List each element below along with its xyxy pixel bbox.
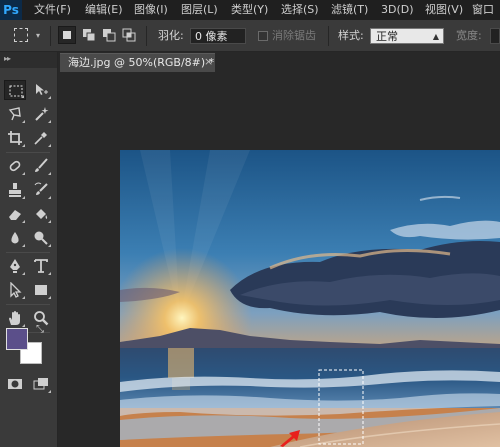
menu-3d[interactable]: 3D(D) <box>381 0 414 20</box>
antialias-checkbox[interactable] <box>258 31 268 41</box>
document-tab-title: 海边.jpg @ 50%(RGB/8#) * <box>68 56 215 69</box>
dodge-icon[interactable] <box>30 228 52 248</box>
pen-icon[interactable] <box>4 256 26 276</box>
path-selection-icon[interactable] <box>4 280 26 300</box>
antialias-label: 消除锯齿 <box>272 29 316 42</box>
marquee-preset-icon[interactable] <box>14 28 28 42</box>
eyedropper-icon[interactable] <box>30 128 52 148</box>
close-icon[interactable]: × <box>204 53 213 71</box>
magic-wand-icon[interactable] <box>30 104 52 124</box>
brush-icon[interactable] <box>30 156 52 176</box>
options-bar: ▾ 羽化: 0 像素 消除锯齿 样式: 正常 ▲ 宽度: <box>0 20 500 52</box>
hand-icon[interactable] <box>4 308 26 328</box>
toolbox-separator <box>6 304 50 305</box>
history-brush-icon[interactable] <box>30 180 52 200</box>
foreground-color-swatch[interactable] <box>6 328 28 350</box>
subtract-from-selection-icon[interactable] <box>102 28 116 42</box>
toolbox-separator <box>6 252 50 253</box>
paint-bucket-icon[interactable] <box>30 204 52 224</box>
type-icon[interactable] <box>30 256 52 276</box>
toolbox: ▸▸ ⤡ <box>0 52 58 447</box>
intersect-selection-icon[interactable] <box>122 28 136 42</box>
options-separator <box>146 26 147 46</box>
screen-mode-icon[interactable] <box>30 374 52 394</box>
photoshop-logo: Ps <box>0 0 22 20</box>
blur-icon[interactable] <box>4 228 26 248</box>
menu-view[interactable]: 视图(V) <box>425 0 463 20</box>
new-selection-icon[interactable] <box>58 26 76 44</box>
swap-colors-icon[interactable]: ⤡ <box>36 324 44 335</box>
menu-file[interactable]: 文件(F) <box>34 0 71 20</box>
image-canvas[interactable] <box>120 150 500 447</box>
beach-sunset-photo <box>120 150 500 447</box>
collapse-panel-icon[interactable]: ▸▸ <box>4 54 11 63</box>
preset-dropdown-arrow-icon[interactable]: ▾ <box>36 20 40 52</box>
width-label: 宽度: <box>456 29 482 42</box>
menu-window[interactable]: 窗口 <box>472 0 494 20</box>
add-to-selection-icon[interactable] <box>82 28 96 42</box>
menu-edit[interactable]: 编辑(E) <box>85 0 123 20</box>
crop-icon[interactable] <box>4 128 26 148</box>
lasso-icon[interactable] <box>4 104 26 124</box>
eraser-icon[interactable] <box>4 204 26 224</box>
style-label: 样式: <box>338 29 364 42</box>
spot-healing-brush-icon[interactable] <box>4 156 26 176</box>
feather-input[interactable]: 0 像素 <box>190 28 246 44</box>
move-icon[interactable] <box>30 80 52 100</box>
toolbox-separator <box>6 152 50 153</box>
style-select[interactable]: 正常 ▲ <box>370 28 444 44</box>
menu-image[interactable]: 图像(I) <box>134 0 168 20</box>
annotation-arrow-icon <box>280 430 300 447</box>
quick-mask-icon[interactable] <box>4 374 26 394</box>
options-separator <box>328 26 329 46</box>
document-tab[interactable]: 海边.jpg @ 50%(RGB/8#) * <box>60 53 215 72</box>
menu-filter[interactable]: 滤镜(T) <box>331 0 368 20</box>
feather-label: 羽化: <box>158 29 184 42</box>
width-input[interactable] <box>490 28 500 44</box>
menu-select[interactable]: 选择(S) <box>281 0 319 20</box>
menu-layer[interactable]: 图层(L) <box>181 0 218 20</box>
chevron-down-icon: ▲ <box>432 32 439 41</box>
clone-stamp-icon[interactable] <box>4 180 26 200</box>
rectangle-shape-icon[interactable] <box>30 280 52 300</box>
rectangular-marquee-icon[interactable] <box>4 80 26 100</box>
options-separator <box>50 26 51 46</box>
toolbox-header: ▸▸ <box>0 52 57 68</box>
style-select-value: 正常 <box>376 30 398 43</box>
menu-type[interactable]: 类型(Y) <box>231 0 268 20</box>
menu-bar: Ps 文件(F) 编辑(E) 图像(I) 图层(L) 类型(Y) 选择(S) 滤… <box>0 0 500 20</box>
